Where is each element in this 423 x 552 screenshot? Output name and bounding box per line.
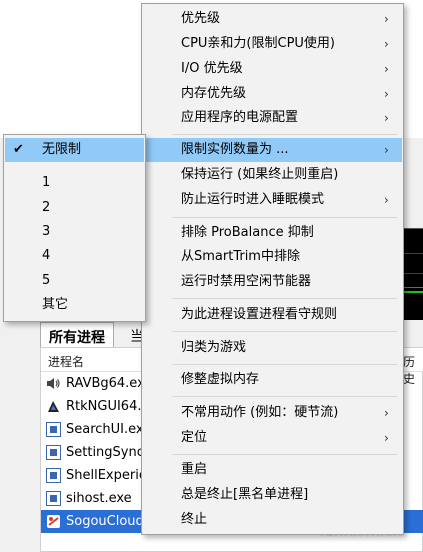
process-row[interactable]: sihost.exe (41, 487, 141, 510)
menu-separator (172, 298, 397, 299)
menu-item-label: 从SmartTrim中排除 (181, 249, 300, 264)
process-tabs: 所有进程 当 (40, 322, 150, 348)
menu-item-label: 内存优先级 (181, 86, 247, 101)
check-icon: ✔ (13, 142, 24, 157)
menu-item-prevent-sleep[interactable]: 防止运行时进入睡眠模式 › (143, 188, 402, 212)
menu-item-label: I/O 优先级 (181, 61, 243, 76)
context-menu: 优先级 › CPU亲和力(限制CPU使用) › I/O 优先级 › 内存优先级 … (141, 3, 404, 535)
menu-item-label: CPU亲和力(限制CPU使用) (181, 36, 336, 51)
menu-separator (172, 331, 397, 332)
column-header-history[interactable]: 历史 (403, 353, 423, 387)
menu-item-label: 终止 (181, 512, 208, 527)
chevron-right-icon: › (384, 37, 389, 51)
menu-separator (172, 364, 397, 365)
submenu-item-label: 3 (42, 224, 51, 239)
menu-item-label: 保持运行 (如果终止则重启) (181, 167, 339, 182)
submenu-item-5[interactable]: 5 (5, 269, 144, 293)
menu-item-label: 定位 (181, 430, 208, 445)
menu-item-locate[interactable]: 定位 › (143, 426, 402, 450)
submenu-item-other[interactable]: 其它 (5, 293, 144, 317)
menu-item-exclude-probalance[interactable]: 排除 ProBalance 抑制 (143, 221, 402, 245)
menu-item-memory-priority[interactable]: 内存优先级 › (143, 82, 402, 106)
menu-item-priority[interactable]: 优先级 › (143, 7, 402, 31)
process-name: SearchUI.exe (66, 422, 152, 437)
sogou-icon (47, 515, 60, 528)
menu-item-label: 应用程序的电源配置 (181, 110, 299, 125)
column-header-name[interactable]: 进程名 (48, 353, 84, 370)
submenu-item-3[interactable]: 3 (5, 220, 144, 244)
menu-item-label: 防止运行时进入睡眠模式 (181, 192, 325, 207)
menu-separator (172, 454, 397, 455)
menu-item-label: 归类为游戏 (181, 340, 247, 355)
realtek-icon (48, 401, 59, 412)
chevron-right-icon: › (384, 62, 389, 76)
chevron-right-icon: › (384, 431, 389, 445)
menu-item-label: 修整虚拟内存 (181, 372, 260, 387)
chevron-right-icon: › (384, 111, 389, 125)
submenu-item-label: 无限制 (42, 142, 82, 157)
tab-all-processes[interactable]: 所有进程 (40, 322, 114, 348)
process-name: RAVBg64.exe (66, 376, 153, 391)
window-icon (46, 491, 61, 506)
chevron-right-icon: › (384, 12, 389, 26)
submenu-item-label: 5 (42, 273, 51, 288)
process-row[interactable]: RAVBg64.exe (41, 372, 152, 395)
window-icon (46, 445, 61, 460)
menu-item-terminate[interactable]: 终止 (143, 508, 402, 532)
submenu-item-label: 1 (42, 175, 51, 190)
submenu-item-label: 其它 (42, 297, 69, 312)
menu-item-label: 不常用动作 (例如：硬节流) (181, 405, 339, 420)
speaker-icon (47, 378, 60, 389)
process-row[interactable]: ShellExperienceHost.exe (41, 464, 227, 487)
instance-limit-submenu: ✔ 无限制 1 2 3 4 5 其它 (3, 134, 146, 322)
menu-separator (172, 396, 397, 397)
menu-item-uncommon-actions[interactable]: 不常用动作 (例如：硬节流) › (143, 401, 402, 425)
menu-item-io-priority[interactable]: I/O 优先级 › (143, 57, 402, 81)
process-row[interactable]: RtkNGUI64.exe (41, 395, 165, 418)
menu-item-label: 为此进程设置进程看守规则 (181, 307, 338, 322)
menu-item-label: 优先级 (181, 11, 221, 26)
submenu-item-1[interactable]: 1 (5, 171, 144, 195)
menu-item-classify-game[interactable]: 归类为游戏 (143, 336, 402, 360)
submenu-item-2[interactable]: 2 (5, 196, 144, 220)
menu-item-watchdog-rule[interactable]: 为此进程设置进程看守规则 (143, 303, 402, 327)
menu-item-label: 限制实例数量为 ... (181, 142, 289, 157)
window-icon (46, 468, 61, 483)
submenu-item-label: 2 (42, 200, 51, 215)
process-name: sihost.exe (66, 491, 132, 506)
submenu-item-4[interactable]: 4 (5, 244, 144, 268)
menu-item-label: 运行时禁用空闲节能器 (181, 274, 312, 289)
menu-separator (172, 217, 397, 218)
process-row[interactable]: SearchUI.exe (41, 418, 151, 441)
menu-item-label: 排除 ProBalance 抑制 (181, 225, 314, 240)
menu-item-cpu-affinity[interactable]: CPU亲和力(限制CPU使用) › (143, 32, 402, 56)
submenu-item-label: 4 (42, 248, 51, 263)
menu-item-exclude-smarttrim[interactable]: 从SmartTrim中排除 (143, 245, 402, 269)
chevron-right-icon: › (384, 143, 389, 157)
chevron-right-icon: › (384, 193, 389, 207)
menu-item-restart[interactable]: 重启 (143, 458, 402, 482)
chevron-right-icon: › (384, 87, 389, 101)
menu-item-label: 总是终止[黑名单进程] (181, 487, 309, 502)
menu-item-keep-running[interactable]: 保持运行 (如果终止则重启) (143, 163, 402, 187)
process-row[interactable]: SettingSyncHost.exe (41, 441, 201, 464)
menu-item-limit-instances[interactable]: 限制实例数量为 ... › (143, 138, 402, 162)
menu-item-disable-idle-saver[interactable]: 运行时禁用空闲节能器 (143, 270, 402, 294)
window-icon (46, 422, 61, 437)
menu-separator (172, 134, 397, 135)
menu-item-label: 重启 (181, 462, 208, 477)
menu-item-trim-virtual-memory[interactable]: 修整虚拟内存 (143, 368, 402, 392)
menu-item-power-profile[interactable]: 应用程序的电源配置 › (143, 106, 402, 130)
submenu-item-unlimited[interactable]: ✔ 无限制 (5, 138, 144, 162)
menu-item-always-terminate[interactable]: 总是终止[黑名单进程] (143, 483, 402, 507)
chevron-right-icon: › (384, 406, 389, 420)
